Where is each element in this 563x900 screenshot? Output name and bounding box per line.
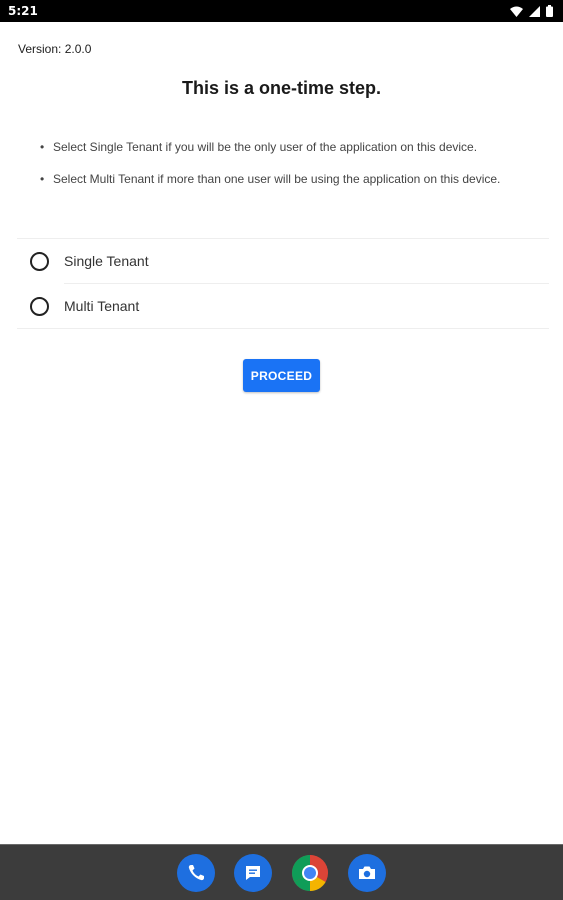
screen: 5:21 Version: 2.0.0 This is a one-time s…	[0, 0, 563, 900]
bullet-icon: •	[40, 172, 45, 186]
camera-icon[interactable]	[348, 853, 386, 892]
tenant-options: Single Tenant Multi Tenant	[17, 238, 549, 329]
instruction-text: Select Multi Tenant if more than one use…	[53, 172, 501, 186]
proceed-button[interactable]: PROCEED	[243, 359, 320, 392]
version-label: Version: 2.0.0	[18, 42, 92, 56]
status-time: 5:21	[8, 4, 38, 18]
status-bar: 5:21	[0, 0, 563, 22]
status-icons	[510, 5, 553, 17]
battery-icon	[546, 5, 553, 17]
option-multi-tenant[interactable]: Multi Tenant	[17, 284, 549, 328]
divider	[17, 328, 549, 329]
chrome-icon[interactable]	[291, 854, 329, 892]
option-label: Single Tenant	[64, 253, 149, 269]
radio-button-icon[interactable]	[30, 296, 49, 316]
signal-icon	[529, 5, 540, 17]
page-title: This is a one-time step.	[181, 78, 382, 98]
option-single-tenant[interactable]: Single Tenant	[17, 239, 549, 283]
instruction-text: Select Single Tenant if you will be the …	[53, 140, 478, 154]
dock	[0, 844, 563, 900]
radio-button-icon[interactable]	[30, 251, 49, 271]
instructions-list: • Select Single Tenant if you will be th…	[40, 138, 510, 202]
messages-icon[interactable]	[234, 853, 272, 892]
phone-icon[interactable]	[177, 853, 215, 892]
instruction-item: • Select Single Tenant if you will be th…	[40, 138, 510, 157]
instruction-item: • Select Multi Tenant if more than one u…	[40, 170, 510, 189]
bullet-icon: •	[40, 140, 45, 154]
option-label: Multi Tenant	[64, 298, 140, 314]
wifi-icon	[510, 6, 523, 17]
